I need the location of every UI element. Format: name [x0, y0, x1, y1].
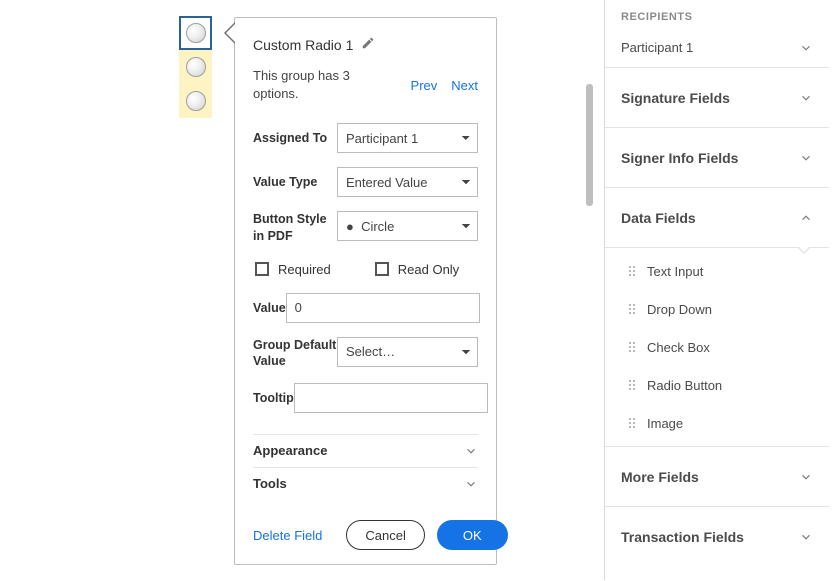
chevron-down-icon: [799, 91, 813, 105]
panel-title: Signer Info Fields: [621, 150, 738, 166]
default-value-row: Group Default Value Select…: [253, 337, 478, 370]
button-style-select[interactable]: ● Circle: [337, 211, 478, 241]
panel-signature-fields[interactable]: Signature Fields: [605, 68, 829, 128]
recipient-name: Participant 1: [621, 40, 693, 55]
value-label: Value: [253, 300, 286, 316]
radio-icon: [186, 23, 206, 43]
recipients-heading: RECIPIENTS: [621, 11, 813, 23]
scrollbar-thumb[interactable]: [586, 84, 593, 206]
dialog-pointer-icon: [224, 22, 235, 44]
radio-preview-column: [179, 16, 212, 118]
value-input[interactable]: [286, 293, 480, 323]
scrollbar-track[interactable]: [583, 84, 596, 564]
flags-row: Required Read Only: [253, 258, 478, 293]
panel-title: Transaction Fields: [621, 529, 744, 545]
item-label: Radio Button: [647, 378, 722, 393]
radio-icon: [186, 91, 206, 111]
value-type-label: Value Type: [253, 174, 337, 190]
chevron-down-icon: [799, 470, 813, 484]
item-label: Check Box: [647, 340, 710, 355]
chevron-down-icon: [799, 41, 813, 55]
readonly-checkbox[interactable]: Read Only: [375, 262, 459, 277]
field-properties-dialog: Custom Radio 1 This group has 3 options.…: [234, 17, 497, 565]
tools-label: Tools: [253, 476, 287, 491]
prev-link[interactable]: Prev: [411, 78, 438, 93]
recipient-selector[interactable]: Participant 1: [605, 34, 829, 68]
radio-option-3[interactable]: [179, 84, 212, 118]
field-image[interactable]: Image: [605, 404, 829, 442]
chevron-down-icon: [799, 151, 813, 165]
required-label: Required: [278, 262, 331, 277]
value-type-select[interactable]: Entered Value: [337, 167, 478, 197]
panel-more-fields[interactable]: More Fields: [605, 447, 829, 507]
value-type-row: Value Type Entered Value: [253, 167, 478, 197]
item-label: Text Input: [647, 264, 703, 279]
default-value-label: Group Default Value: [253, 337, 337, 370]
recipients-heading-block: RECIPIENTS: [605, 0, 829, 34]
chevron-down-icon: [464, 444, 478, 458]
data-fields-items: Text Input Drop Down Check Box Radio But…: [605, 248, 829, 447]
group-info-row: This group has 3 options. Prev Next: [253, 67, 478, 103]
default-value-select[interactable]: Select…: [337, 337, 478, 367]
required-checkbox[interactable]: Required: [255, 262, 331, 277]
radio-option-2[interactable]: [179, 50, 212, 84]
tooltip-row: Tooltip: [253, 383, 478, 413]
tools-section[interactable]: Tools: [253, 467, 478, 500]
delete-field-link[interactable]: Delete Field: [253, 528, 322, 543]
radio-icon: [186, 57, 206, 77]
field-drop-down[interactable]: Drop Down: [605, 290, 829, 328]
panel-title: Signature Fields: [621, 90, 730, 106]
drag-handle-icon: [629, 342, 635, 352]
chevron-up-icon: [799, 211, 813, 225]
pencil-icon[interactable]: [361, 36, 375, 53]
button-style-row: Button Style in PDF ● Circle: [253, 211, 478, 244]
tooltip-label: Tooltip: [253, 390, 294, 406]
item-label: Drop Down: [647, 302, 712, 317]
panel-title: Data Fields: [621, 210, 696, 226]
item-label: Image: [647, 416, 683, 431]
field-text-input[interactable]: Text Input: [605, 252, 829, 290]
assigned-to-select[interactable]: Participant 1: [337, 123, 478, 153]
appearance-section[interactable]: Appearance: [253, 434, 478, 467]
value-row: Value: [253, 293, 478, 323]
tooltip-input[interactable]: [294, 383, 488, 413]
nav-links: Prev Next: [411, 78, 478, 93]
panel-data-fields[interactable]: Data Fields: [605, 188, 829, 248]
radio-option-1[interactable]: [179, 16, 212, 50]
group-info-text: This group has 3 options.: [253, 67, 373, 103]
dialog-title-row: Custom Radio 1: [253, 36, 478, 53]
drag-handle-icon: [629, 418, 635, 428]
active-panel-notch-icon: [797, 247, 811, 254]
ok-button[interactable]: OK: [437, 520, 508, 550]
panel-title: More Fields: [621, 469, 699, 485]
panel-signer-info-fields[interactable]: Signer Info Fields: [605, 128, 829, 188]
appearance-label: Appearance: [253, 443, 327, 458]
field-check-box[interactable]: Check Box: [605, 328, 829, 366]
assigned-to-label: Assigned To: [253, 130, 337, 146]
panel-transaction-fields[interactable]: Transaction Fields: [605, 507, 829, 567]
cancel-button[interactable]: Cancel: [346, 520, 424, 550]
dialog-title: Custom Radio 1: [253, 37, 353, 53]
app-stage: Custom Radio 1 This group has 3 options.…: [0, 0, 832, 581]
drag-handle-icon: [629, 304, 635, 314]
chevron-down-icon: [464, 477, 478, 491]
checkbox-icon: [255, 262, 269, 276]
drag-handle-icon: [629, 266, 635, 276]
field-radio-button[interactable]: Radio Button: [605, 366, 829, 404]
next-link[interactable]: Next: [451, 78, 478, 93]
chevron-down-icon: [799, 530, 813, 544]
checkbox-icon: [375, 262, 389, 276]
dialog-footer: Delete Field Cancel OK: [253, 500, 478, 550]
drag-handle-icon: [629, 380, 635, 390]
assigned-to-row: Assigned To Participant 1: [253, 123, 478, 153]
button-style-label: Button Style in PDF: [253, 211, 337, 244]
readonly-label: Read Only: [398, 262, 459, 277]
right-sidebar: RECIPIENTS Participant 1 Signature Field…: [604, 0, 829, 580]
